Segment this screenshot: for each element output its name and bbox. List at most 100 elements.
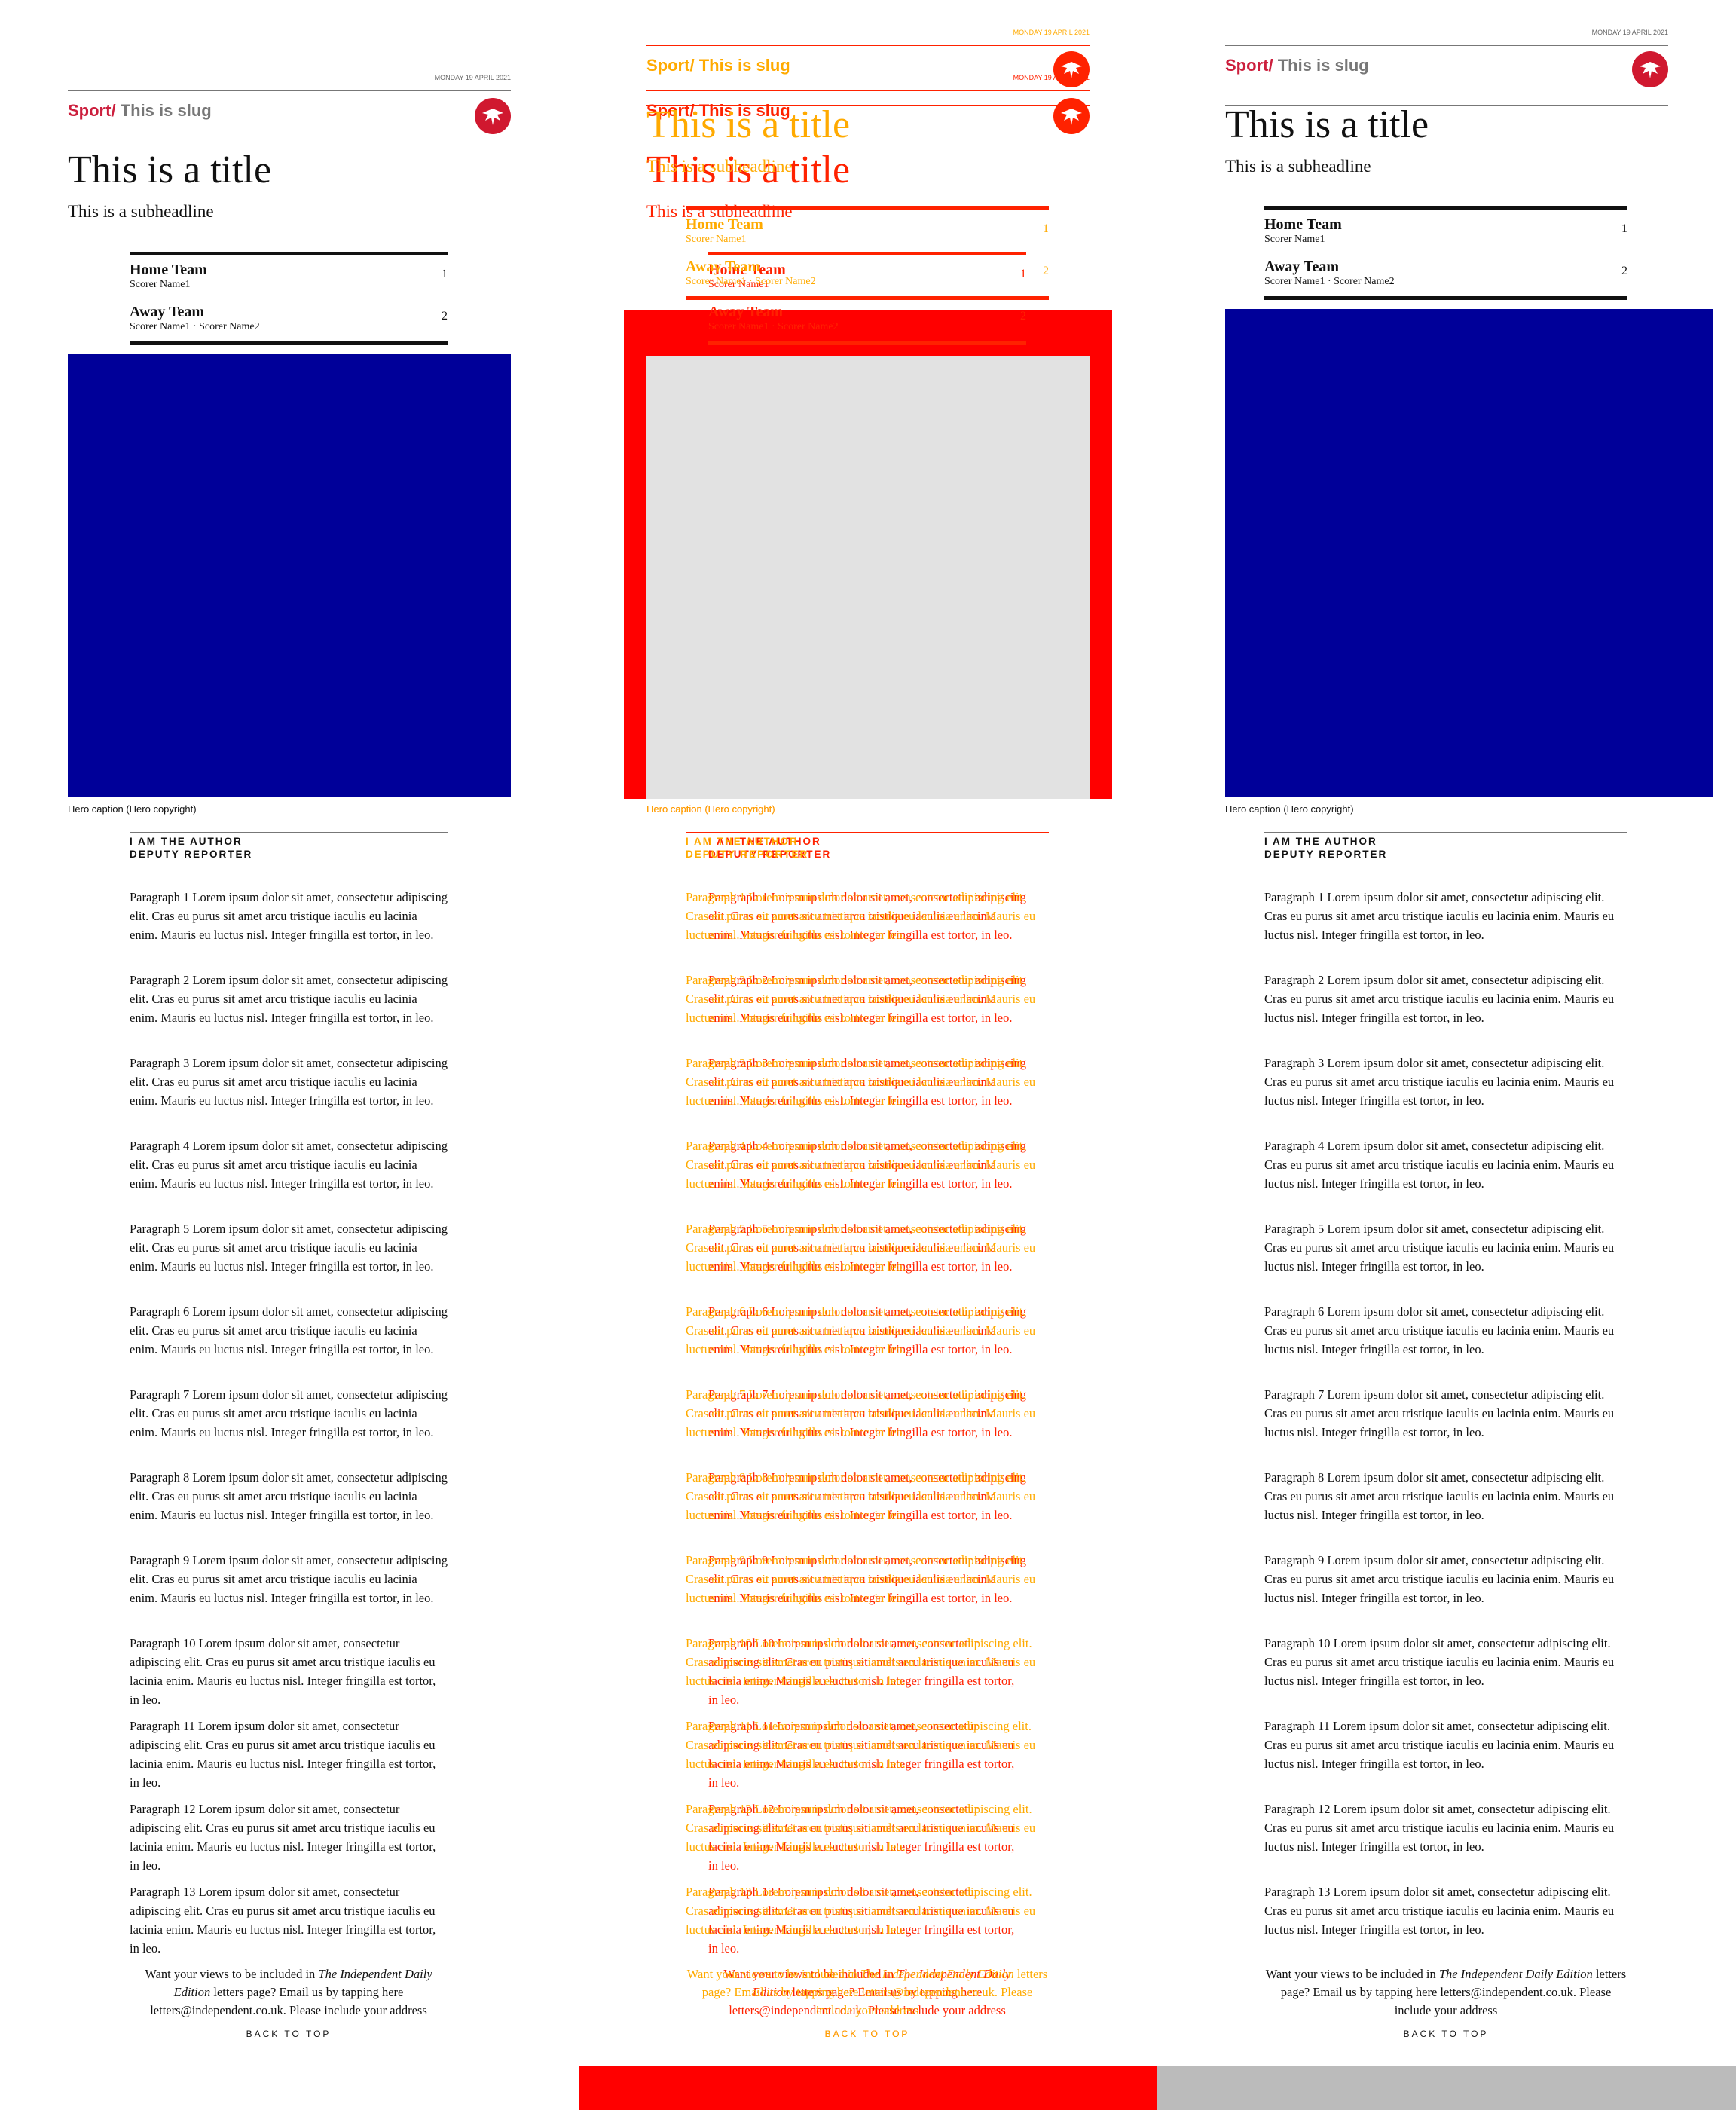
- away-team-score: 2: [1043, 265, 1049, 277]
- hero-caption: Hero caption (Hero copyright): [1225, 803, 1354, 815]
- body-paragraph: Paragraph 2 Lorem ipsum dolor sit amet, …: [1264, 973, 1615, 1025]
- author-top-rule: [686, 832, 1049, 833]
- article-date: MONDAY 19 APRIL 2021: [1591, 29, 1668, 36]
- body-paragraph: Paragraph 8 Lorem ipsum dolor sit amet, …: [686, 1470, 1036, 1522]
- away-team-scorers: Scorer Name1 · Scorer Name2: [130, 321, 260, 332]
- home-team-name: Home Team: [1264, 216, 1342, 233]
- home-team-scorers: Scorer Name1: [1264, 234, 1325, 245]
- author-name[interactable]: I AM THE AUTHOR: [130, 835, 252, 848]
- body-paragraph: Paragraph 6 Lorem ipsum dolor sit amet, …: [1264, 1304, 1615, 1356]
- body-paragraph: Paragraph 9 Lorem ipsum dolor sit amet, …: [686, 1553, 1036, 1605]
- author-role: DEPUTY REPORTER: [130, 849, 253, 860]
- body-paragraph: Paragraph 1 Lorem ipsum dolor sit amet, …: [686, 890, 1036, 942]
- article-subheadline: This is a subheadline: [68, 202, 214, 221]
- home-team-name: Home Team: [686, 216, 763, 233]
- body-paragraph: Paragraph 8 Lorem ipsum dolor sit amet, …: [1264, 1470, 1615, 1522]
- author-role: DEPUTY REPORTER: [1264, 849, 1388, 860]
- letters-callout: Want your views to be included in The In…: [686, 1965, 1049, 2020]
- body-paragraph: Paragraph 7 Lorem ipsum dolor sit amet, …: [686, 1387, 1036, 1439]
- match-scorebox: Home Team Scorer Name1 1 Away Team Score…: [686, 206, 1049, 300]
- body-paragraph: Paragraph 11 Lorem ipsum dolor sit amet,…: [686, 1719, 1036, 1771]
- hero-image: [1225, 309, 1713, 797]
- home-team-scorers: Scorer Name1: [130, 279, 191, 290]
- slug-label: This is slug: [1277, 56, 1369, 75]
- away-team-score: 2: [1621, 265, 1628, 277]
- eagle-logo-icon[interactable]: [1053, 51, 1090, 87]
- header-rule: [1225, 45, 1668, 46]
- section-label[interactable]: Sport/: [646, 56, 695, 75]
- body-paragraph: Paragraph 4 Lorem ipsum dolor sit amet, …: [1264, 1139, 1615, 1191]
- away-team-row: Away Team Scorer Name1 · Scorer Name2 2: [130, 304, 448, 333]
- body-paragraph: Paragraph 12 Lorem ipsum dolor sit amet,…: [130, 1802, 436, 1873]
- letters-publication: The Independent Daily Edition: [860, 1967, 1014, 1981]
- author-role: DEPUTY REPORTER: [686, 849, 809, 860]
- diff-bar-grey: [1157, 2066, 1736, 2110]
- match-scorebox: Home Team Scorer Name1 1 Away Team Score…: [130, 252, 448, 345]
- author-block: I AM THE AUTHOR DEPUTY REPORTER: [1264, 835, 1387, 861]
- article-subheadline: This is a subheadline: [646, 157, 793, 176]
- body-paragraph: Paragraph 5 Lorem ipsum dolor sit amet, …: [1264, 1222, 1615, 1274]
- body-paragraph: Paragraph 3 Lorem ipsum dolor sit amet, …: [686, 1056, 1036, 1108]
- body-paragraph: Paragraph 9 Lorem ipsum dolor sit amet, …: [130, 1553, 448, 1605]
- body-paragraph: Paragraph 11 Lorem ipsum dolor sit amet,…: [1264, 1719, 1615, 1771]
- body-paragraph: Paragraph 6 Lorem ipsum dolor sit amet, …: [130, 1304, 448, 1356]
- back-to-top-link[interactable]: BACK TO TOP: [1264, 2029, 1628, 2039]
- body-paragraph: Paragraph 6 Lorem ipsum dolor sit amet, …: [686, 1304, 1036, 1356]
- away-team-scorers: Scorer Name1 · Scorer Name2: [686, 276, 816, 287]
- body-paragraph: Paragraph 3 Lorem ipsum dolor sit amet, …: [130, 1056, 448, 1108]
- header-rule: [68, 90, 511, 91]
- author-block: I AM THE AUTHOR DEPUTY REPORTER: [130, 835, 252, 861]
- hero-image: [646, 309, 1135, 797]
- hero-image: [68, 354, 511, 797]
- author-name[interactable]: I AM THE AUTHOR: [686, 835, 808, 848]
- body-paragraph: Paragraph 12 Lorem ipsum dolor sit amet,…: [1264, 1802, 1615, 1854]
- body-paragraph: Paragraph 2 Lorem ipsum dolor sit amet, …: [686, 973, 1036, 1025]
- home-team-scorers: Scorer Name1: [686, 234, 747, 245]
- article-date: MONDAY 19 APRIL 2021: [434, 74, 511, 81]
- body-paragraph: Paragraph 9 Lorem ipsum dolor sit amet, …: [1264, 1553, 1615, 1605]
- eagle-logo-icon[interactable]: [475, 98, 511, 134]
- header-rule: [646, 45, 1090, 46]
- section-slug: Sport/ This is slug: [1225, 56, 1369, 75]
- body-paragraph: Paragraph 10 Lorem ipsum dolor sit amet,…: [686, 1636, 1036, 1688]
- slug-label: This is slug: [698, 56, 790, 75]
- back-to-top-link[interactable]: BACK TO TOP: [130, 2029, 448, 2039]
- body-paragraph: Paragraph 1 Lorem ipsum dolor sit amet, …: [130, 890, 448, 942]
- body-paragraph: Paragraph 12 Lorem ipsum dolor sit amet,…: [686, 1802, 1036, 1854]
- away-team-row: Away Team Scorer Name1 · Scorer Name2 2: [1264, 258, 1628, 288]
- letters-text-pre: Want your views to be included in: [1265, 1967, 1436, 1981]
- body-paragraph: Paragraph 1 Lorem ipsum dolor sit amet, …: [1264, 890, 1615, 942]
- body-paragraph: Paragraph 2 Lorem ipsum dolor sit amet, …: [130, 973, 448, 1025]
- letters-text-pre: Want your views to be included in: [145, 1967, 316, 1981]
- body-paragraph: Paragraph 4 Lorem ipsum dolor sit amet, …: [130, 1139, 448, 1191]
- home-team-score: 1: [442, 268, 448, 280]
- hero-caption: Hero caption (Hero copyright): [68, 803, 197, 815]
- letters-publication: The Independent Daily Edition: [1438, 1967, 1593, 1981]
- author-block: I AM THE AUTHOR DEPUTY REPORTER: [686, 835, 808, 861]
- away-team-name: Away Team: [686, 258, 761, 275]
- body-paragraph: Paragraph 8 Lorem ipsum dolor sit amet, …: [130, 1470, 448, 1522]
- home-team-score: 1: [1043, 222, 1049, 235]
- home-team-name: Home Team: [130, 261, 207, 278]
- hero-caption: Hero caption (Hero copyright): [646, 803, 775, 815]
- diff-bar-red: [579, 2066, 1157, 2110]
- author-name[interactable]: I AM THE AUTHOR: [1264, 835, 1387, 848]
- section-label[interactable]: Sport/: [68, 101, 116, 120]
- article-title: This is a title: [646, 103, 851, 146]
- baseline-render-panel: MONDAY 19 APRIL 2021 Sport/ This is slug…: [0, 0, 579, 2110]
- away-team-scorers: Scorer Name1 · Scorer Name2: [1264, 276, 1395, 287]
- home-team-row: Home Team Scorer Name1 1: [686, 216, 1049, 246]
- back-to-top-link[interactable]: BACK TO TOP: [686, 2029, 1049, 2039]
- article-date: MONDAY 19 APRIL 2021: [1013, 29, 1090, 36]
- away-team-row: Away Team Scorer Name1 · Scorer Name2 2: [686, 258, 1049, 288]
- section-label[interactable]: Sport/: [1225, 56, 1273, 75]
- body-paragraph: Paragraph 13 Lorem ipsum dolor sit amet,…: [686, 1885, 1036, 1937]
- article-subheadline: This is a subheadline: [1225, 157, 1371, 176]
- eagle-logo-icon[interactable]: [1632, 51, 1668, 87]
- section-slug: Sport/ This is slug: [68, 101, 212, 121]
- body-paragraph: Paragraph 7 Lorem ipsum dolor sit amet, …: [130, 1387, 448, 1439]
- away-team-name: Away Team: [130, 304, 205, 320]
- body-paragraph: Paragraph 13 Lorem ipsum dolor sit amet,…: [1264, 1885, 1615, 1937]
- away-team-score: 2: [442, 310, 448, 323]
- body-paragraph: Paragraph 11 Lorem ipsum dolor sit amet,…: [130, 1719, 436, 1790]
